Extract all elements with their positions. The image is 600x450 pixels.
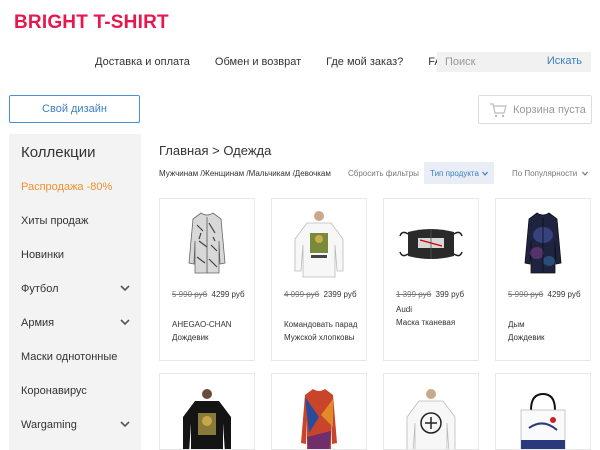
- old-price: 4 099 руб: [284, 290, 320, 299]
- brand-logo[interactable]: BRIGHT T-SHIRT: [14, 12, 169, 34]
- sort-label: По Популярности: [512, 169, 578, 178]
- product-name: AHEGAO-CHAN: [172, 320, 232, 329]
- sidebar-item-football[interactable]: Футбол: [9, 272, 141, 306]
- breadcrumb-home[interactable]: Главная: [159, 143, 208, 158]
- sidebar-title: Коллекции: [21, 144, 96, 161]
- product-card[interactable]: 5 990 руб 4299 руб Дым Дождевик: [495, 198, 591, 361]
- product-card[interactable]: 5 990 руб 4299 руб AHEGAO-CHAN Дождевик: [159, 198, 255, 361]
- chevron-down-icon[interactable]: [120, 420, 130, 428]
- sort-dropdown[interactable]: По Популярности: [512, 169, 589, 178]
- coat-print-icon: [188, 212, 226, 274]
- product-type-label: Тип продукта: [430, 168, 479, 178]
- product-price: 4 099 руб 2399 руб: [284, 289, 364, 301]
- black-hoodie-icon: [183, 389, 231, 449]
- sidebar-item-label: Армия: [21, 317, 55, 329]
- search-bar: Искать: [437, 52, 591, 72]
- product-price: 1 399 руб 399 руб: [396, 289, 476, 301]
- category-filter-links[interactable]: Мужчинам /Женщинам /Мальчикам /Девочкам: [159, 169, 331, 178]
- sidebar-item-label: Новинки: [21, 249, 65, 261]
- product-image: [496, 207, 590, 281]
- sidebar-item-wargaming[interactable]: Wargaming: [9, 408, 141, 442]
- product-type: Мужской хлопковы: [284, 333, 355, 342]
- sweatshirt-print-icon: [294, 211, 344, 278]
- currency: руб: [567, 290, 581, 299]
- nav-exchange-link[interactable]: Обмен и возврат: [215, 56, 301, 68]
- search-input[interactable]: [437, 56, 537, 68]
- cart-icon: [490, 102, 507, 117]
- nav-delivery-link[interactable]: Доставка и оплата: [95, 56, 190, 68]
- top-nav: Доставка и оплата Обмен и возврат Где мо…: [95, 56, 450, 68]
- breadcrumb: Главная > Одежда: [159, 143, 271, 158]
- chevron-down-icon: [481, 171, 488, 176]
- current-price: 4299: [547, 290, 566, 299]
- chevron-down-icon[interactable]: [120, 284, 130, 292]
- coat-dark-icon: [524, 212, 562, 274]
- product-name: Audi: [396, 305, 413, 314]
- product-image: [160, 207, 254, 281]
- breadcrumb-separator: >: [212, 143, 220, 158]
- white-sweatshirt-icon: [406, 389, 456, 449]
- custom-design-button[interactable]: Свой дизайн: [9, 95, 140, 123]
- product-image: [160, 382, 254, 449]
- chevron-down-icon[interactable]: [120, 318, 130, 326]
- sidebar-item-army[interactable]: Армия: [9, 306, 141, 340]
- product-card[interactable]: [383, 373, 479, 450]
- product-type: Дождевик: [172, 333, 209, 342]
- tote-bag-icon: [520, 392, 566, 449]
- product-name: Дым: [508, 320, 525, 329]
- currency: руб: [231, 290, 245, 299]
- product-image: [272, 382, 366, 449]
- collections-sidebar: Коллекции Распродажа -80% Хиты продаж Но…: [9, 134, 141, 450]
- page: BRIGHT T-SHIRT Доставка и оплата Обмен и…: [0, 0, 600, 450]
- product-type: Дождевик: [508, 333, 545, 342]
- product-card[interactable]: [495, 373, 591, 450]
- sidebar-item-label: Маски однотонные: [21, 351, 118, 363]
- old-price: 5 990 руб: [508, 290, 544, 299]
- current-price: 2399: [323, 290, 342, 299]
- sidebar-item-plain-masks[interactable]: Маски однотонные: [9, 340, 141, 374]
- face-mask-icon: [399, 229, 463, 259]
- nav-order-status-link[interactable]: Где мой заказ?: [326, 56, 403, 68]
- sidebar-item-coronavirus[interactable]: Коронавирус: [9, 374, 141, 408]
- sidebar-item-label: Футбол: [21, 283, 59, 295]
- sidebar-item-label: Wargaming: [21, 419, 77, 431]
- product-card[interactable]: [271, 373, 367, 450]
- product-card[interactable]: [159, 373, 255, 450]
- colorful-coat-icon: [301, 389, 337, 449]
- collections-list: Распродажа -80% Хиты продаж Новинки Футб…: [9, 170, 141, 442]
- product-image: [496, 382, 590, 449]
- cart-label: Корзина пуста: [513, 103, 586, 116]
- sidebar-item-label: Распродажа -80%: [21, 181, 113, 193]
- search-button[interactable]: Искать: [547, 55, 582, 67]
- sidebar-item-label: Хиты продаж: [21, 215, 89, 227]
- old-price: 1 399 руб: [396, 290, 432, 299]
- current-price: 4299: [211, 290, 230, 299]
- product-name: Командовать парад: [284, 320, 358, 329]
- chevron-down-icon: [582, 172, 589, 177]
- current-price: 399 руб: [435, 290, 465, 299]
- filter-bar: Мужчинам /Женщинам /Мальчикам /Девочкам …: [159, 162, 591, 184]
- reset-filters-button[interactable]: Сбросить фильтры: [348, 169, 419, 178]
- product-card[interactable]: 1 399 руб 399 руб Audi Маска тканевая: [383, 198, 479, 361]
- product-type-dropdown[interactable]: Тип продукта: [424, 162, 494, 184]
- product-type: Маска тканевая: [396, 318, 456, 327]
- breadcrumb-current: Одежда: [223, 143, 272, 158]
- sidebar-item-label: Коронавирус: [21, 385, 87, 397]
- old-price: 5 990 руб: [172, 290, 208, 299]
- cart-button[interactable]: Корзина пуста: [478, 95, 592, 124]
- product-image: [384, 382, 478, 449]
- product-image: [272, 207, 366, 281]
- currency: руб: [343, 290, 357, 299]
- sidebar-item-new[interactable]: Новинки: [9, 238, 141, 272]
- sidebar-item-bestsellers[interactable]: Хиты продаж: [9, 204, 141, 238]
- sidebar-item-sale[interactable]: Распродажа -80%: [9, 170, 141, 204]
- product-price: 5 990 руб 4299 руб: [172, 289, 252, 301]
- product-image: [384, 207, 478, 281]
- product-card[interactable]: 4 099 руб 2399 руб Командовать парад Муж…: [271, 198, 367, 361]
- product-price: 5 990 руб 4299 руб: [508, 289, 588, 301]
